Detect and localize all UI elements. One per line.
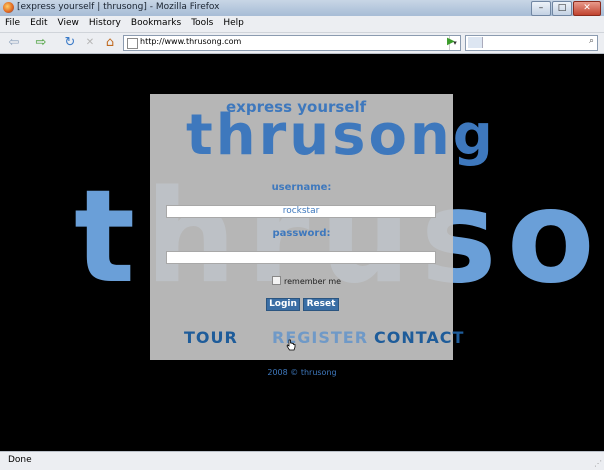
status-bar: Done ⋰: [0, 451, 604, 470]
close-button[interactable]: ✕: [573, 1, 601, 16]
home-icon[interactable]: ⌂: [102, 35, 118, 50]
url-text[interactable]: http://www.thrusong.com: [140, 37, 241, 46]
footer-copyright: 2008 © thrusong: [267, 368, 337, 377]
search-engine-icon[interactable]: [468, 37, 483, 48]
hand-cursor-icon: [286, 339, 296, 351]
menu-view[interactable]: View: [53, 16, 84, 32]
navigation-toolbar: ⇦ ⇨ ↻ ✕ ⌂ http://www.thrusong.com ▾ ▶ ⌕: [0, 33, 604, 54]
menu-file[interactable]: File: [0, 16, 25, 32]
login-button[interactable]: Login: [266, 298, 300, 311]
menu-help[interactable]: Help: [218, 16, 249, 32]
go-icon[interactable]: ▶: [447, 36, 455, 47]
title-bar: [express yourself | thrusong] - Mozilla …: [0, 0, 604, 17]
password-field[interactable]: [166, 251, 436, 264]
page-favicon-icon: [127, 38, 138, 49]
browser-window: [express yourself | thrusong] - Mozilla …: [0, 0, 604, 470]
remember-checkbox[interactable]: [272, 276, 281, 285]
window-title: [express yourself | thrusong] - Mozilla …: [17, 2, 220, 12]
remember-me[interactable]: remember me: [272, 276, 341, 286]
site-logo: thrusong: [186, 103, 496, 168]
username-field[interactable]: rockstar: [166, 205, 436, 218]
maximize-button[interactable]: □: [552, 1, 572, 16]
nav-tour[interactable]: TOUR: [184, 328, 238, 347]
resize-grip-icon[interactable]: ⋰: [594, 459, 602, 468]
menu-tools[interactable]: Tools: [186, 16, 218, 32]
back-icon[interactable]: ⇦: [6, 35, 22, 50]
reload-icon[interactable]: ↻: [62, 35, 78, 50]
username-label: username:: [271, 182, 332, 193]
page-content: thrusong express yourself thrusong usern…: [4, 54, 600, 450]
login-panel: express yourself thrusong username: rock…: [150, 94, 493, 360]
search-icon[interactable]: ⌕: [589, 36, 594, 46]
stop-icon[interactable]: ✕: [82, 35, 98, 50]
menu-bar: File Edit View History Bookmarks Tools H…: [0, 16, 604, 33]
remember-label: remember me: [284, 277, 342, 286]
menu-edit[interactable]: Edit: [25, 16, 52, 32]
search-input[interactable]: ⌕: [465, 35, 598, 51]
address-bar[interactable]: http://www.thrusong.com ▾: [123, 35, 461, 51]
minimize-button[interactable]: –: [531, 1, 551, 16]
menu-bookmarks[interactable]: Bookmarks: [126, 16, 186, 32]
firefox-icon: [3, 2, 14, 13]
forward-icon[interactable]: ⇨: [33, 35, 49, 50]
menu-history[interactable]: History: [84, 16, 126, 32]
password-label: password:: [272, 228, 331, 239]
window-controls: – □ ✕: [531, 1, 601, 16]
status-text: Done: [8, 455, 32, 465]
nav-contact[interactable]: CONTACT: [374, 328, 464, 347]
reset-button[interactable]: Reset: [303, 298, 339, 311]
